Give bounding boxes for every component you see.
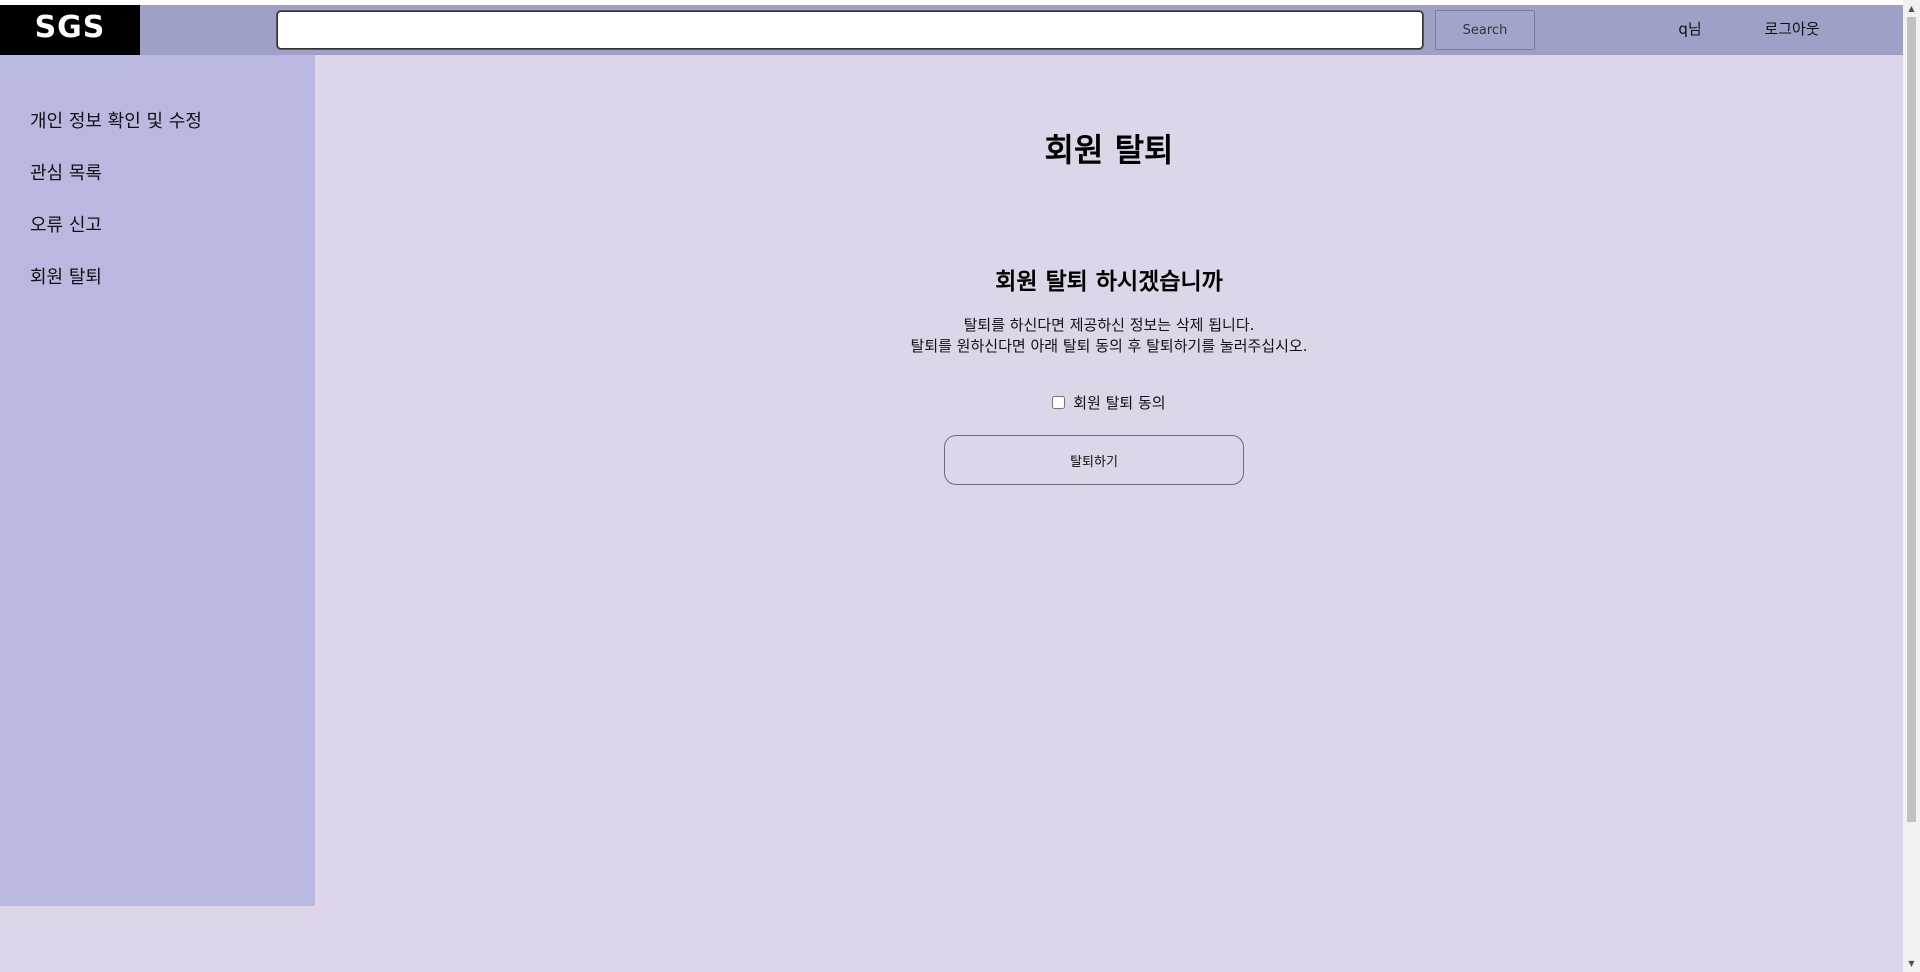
scroll-down-arrow-icon[interactable]: ▼	[1903, 955, 1920, 972]
vertical-scrollbar[interactable]: ▲ ▼	[1903, 0, 1920, 972]
sidebar-item-profile[interactable]: 개인 정보 확인 및 수정	[30, 107, 202, 133]
agree-row: 회원 탈퇴 동의	[315, 392, 1903, 413]
top-navigation-bar: SGS Search q님 로그아웃	[0, 5, 1903, 55]
page: SGS Search q님 로그아웃 개인 정보 확인 및 수정 관심 목록 오…	[0, 0, 1920, 972]
agree-checkbox-label[interactable]: 회원 탈퇴 동의	[1073, 394, 1165, 412]
page-title: 회원 탈퇴	[1044, 131, 1174, 169]
sidebar-item-watchlist[interactable]: 관심 목록	[30, 159, 102, 185]
confirm-heading: 회원 탈퇴 하시겠습니까	[995, 269, 1223, 295]
agree-checkbox[interactable]	[1052, 396, 1066, 409]
withdraw-button[interactable]: 탈퇴하기	[944, 435, 1244, 485]
sgs-logo[interactable]: SGS	[0, 5, 140, 55]
description-line-1: 탈퇴를 하신다면 제공하신 정보는 삭제 됩니다.	[963, 316, 1255, 334]
sidebar-item-withdraw[interactable]: 회원 탈퇴	[30, 263, 102, 289]
search-input[interactable]	[277, 11, 1423, 49]
user-name-label: q님	[1678, 20, 1702, 38]
search-button[interactable]: Search	[1435, 10, 1535, 50]
description-line-2: 탈퇴를 원하신다면 아래 탈퇴 동의 후 탈퇴하기를 눌러주십시오.	[910, 337, 1308, 355]
sidebar-item-error-report[interactable]: 오류 신고	[30, 211, 102, 237]
sidebar: 개인 정보 확인 및 수정 관심 목록 오류 신고 회원 탈퇴	[0, 55, 315, 906]
scrollbar-thumb[interactable]	[1907, 17, 1916, 822]
scroll-up-arrow-icon[interactable]: ▲	[1903, 0, 1920, 17]
logout-link[interactable]: 로그아웃	[1752, 18, 1832, 39]
